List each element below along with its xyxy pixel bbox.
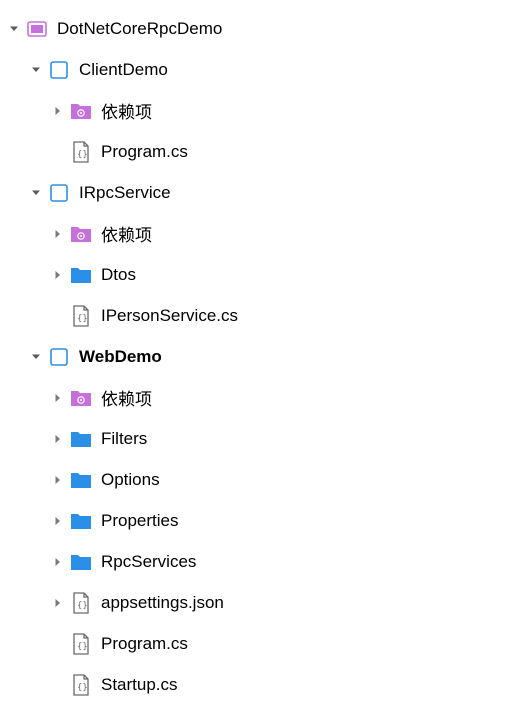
csharp-project-icon bbox=[47, 345, 71, 369]
svg-text:{}: {} bbox=[77, 642, 88, 652]
tree-item-folder-properties[interactable]: Properties bbox=[0, 500, 518, 541]
tree-item-label: Properties bbox=[101, 511, 178, 531]
package-folder-icon bbox=[69, 99, 93, 123]
folder-icon bbox=[69, 263, 93, 287]
tree-item-label: Options bbox=[101, 470, 160, 490]
chevron-right-icon bbox=[52, 392, 64, 404]
tree-item-label: RpcServices bbox=[101, 552, 196, 572]
chevron-right-icon bbox=[52, 474, 64, 486]
tree-item-label: ClientDemo bbox=[79, 60, 168, 80]
tree-item-file-ipersonservice[interactable]: {} IPersonService.cs bbox=[0, 295, 518, 336]
tree-item-label: 依赖项 bbox=[101, 221, 152, 246]
tree-item-dependencies[interactable]: 依赖项 bbox=[0, 377, 518, 418]
tree-item-file-startup[interactable]: {} Startup.cs bbox=[0, 664, 518, 705]
tree-item-label: Startup.cs bbox=[101, 675, 178, 695]
chevron-down-icon bbox=[30, 64, 42, 76]
tree-item-folder-filters[interactable]: Filters bbox=[0, 418, 518, 459]
csharp-project-icon bbox=[47, 58, 71, 82]
tree-item-folder-dtos[interactable]: Dtos bbox=[0, 254, 518, 295]
tree-item-dependencies[interactable]: 依赖项 bbox=[0, 213, 518, 254]
package-folder-icon bbox=[69, 386, 93, 410]
csharp-file-icon: {} bbox=[69, 632, 93, 656]
tree-item-project-clientdemo[interactable]: ClientDemo bbox=[0, 49, 518, 90]
tree-item-label: Filters bbox=[101, 429, 147, 449]
folder-icon bbox=[69, 427, 93, 451]
chevron-right-icon bbox=[52, 433, 64, 445]
tree-item-file-appsettings[interactable]: {} appsettings.json bbox=[0, 582, 518, 623]
chevron-right-icon bbox=[52, 269, 64, 281]
tree-item-label: WebDemo bbox=[79, 347, 162, 367]
package-folder-icon bbox=[69, 222, 93, 246]
folder-icon bbox=[69, 509, 93, 533]
csharp-project-icon bbox=[47, 181, 71, 205]
svg-text:{}: {} bbox=[77, 314, 88, 324]
chevron-down-icon bbox=[30, 187, 42, 199]
tree-item-folder-options[interactable]: Options bbox=[0, 459, 518, 500]
chevron-right-icon bbox=[52, 105, 64, 117]
csharp-file-icon: {} bbox=[69, 673, 93, 697]
tree-item-solution[interactable]: DotNetCoreRpcDemo bbox=[0, 8, 518, 49]
folder-icon bbox=[69, 550, 93, 574]
chevron-down-icon bbox=[8, 23, 20, 35]
chevron-right-icon bbox=[52, 556, 64, 568]
chevron-right-icon bbox=[52, 515, 64, 527]
tree-item-project-irpcservice[interactable]: IRpcService bbox=[0, 172, 518, 213]
tree-item-label: Program.cs bbox=[101, 634, 188, 654]
tree-item-label: 依赖项 bbox=[101, 98, 152, 123]
tree-item-dependencies[interactable]: 依赖项 bbox=[0, 90, 518, 131]
svg-text:{}: {} bbox=[77, 683, 88, 693]
tree-item-label: IPersonService.cs bbox=[101, 306, 238, 326]
svg-text:{}: {} bbox=[77, 150, 88, 160]
tree-item-folder-rpcservices[interactable]: RpcServices bbox=[0, 541, 518, 582]
tree-item-file-program[interactable]: {} Program.cs bbox=[0, 623, 518, 664]
tree-item-project-webdemo[interactable]: WebDemo bbox=[0, 336, 518, 377]
tree-item-label: appsettings.json bbox=[101, 593, 224, 613]
csharp-file-icon: {} bbox=[69, 304, 93, 328]
tree-item-file-program[interactable]: {} Program.cs bbox=[0, 131, 518, 172]
solution-icon bbox=[25, 17, 49, 41]
tree-item-label: Dtos bbox=[101, 265, 136, 285]
csharp-file-icon: {} bbox=[69, 140, 93, 164]
json-file-icon: {} bbox=[69, 591, 93, 615]
tree-item-label: Program.cs bbox=[101, 142, 188, 162]
chevron-right-icon bbox=[52, 228, 64, 240]
chevron-right-icon bbox=[52, 597, 64, 609]
chevron-down-icon bbox=[30, 351, 42, 363]
svg-text:{}: {} bbox=[77, 601, 88, 611]
tree-item-label: IRpcService bbox=[79, 183, 171, 203]
folder-icon bbox=[69, 468, 93, 492]
tree-item-label: DotNetCoreRpcDemo bbox=[57, 19, 222, 39]
tree-item-label: 依赖项 bbox=[101, 385, 152, 410]
